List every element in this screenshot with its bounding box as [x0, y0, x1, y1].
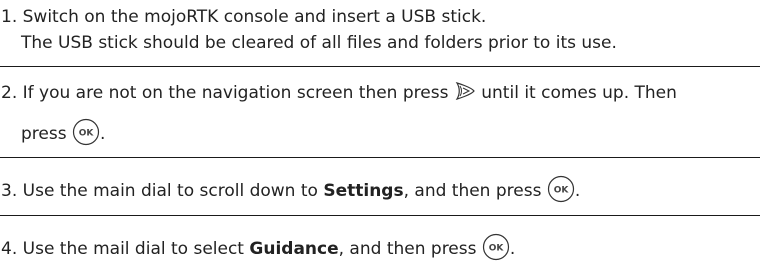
ok-button-label: OK — [489, 244, 505, 254]
ok-button-label: OK — [79, 129, 95, 139]
step-1-note: The USB stick should be cleared of all f… — [21, 33, 617, 53]
step-3-number: 3. — [1, 181, 18, 201]
step-4-number: 4. — [1, 239, 18, 259]
step-3-text-b: , and then press — [403, 181, 542, 201]
step-1-number: 1. — [1, 7, 18, 27]
ok-button-icon: OK — [482, 233, 509, 261]
step-3-text-a: Use the main dial to scroll down to — [22, 181, 318, 201]
step-2-line-2: press OK . — [21, 118, 106, 148]
step-1-line-1: 1. Switch on the mojoRTK console and ins… — [1, 7, 486, 27]
step-2-line-1: 2. If you are not on the navigation scre… — [1, 82, 677, 103]
step-3-bold: Settings — [323, 181, 404, 201]
step-1-line-2: The USB stick should be cleared of all f… — [21, 33, 617, 53]
step-2-number: 2. — [1, 83, 18, 103]
step-4-period: . — [509, 239, 516, 259]
step-1-text: Switch on the mojoRTK console and insert… — [22, 7, 487, 27]
ok-button-label: OK — [554, 186, 570, 196]
step-2-period: . — [100, 124, 106, 144]
step-4-text-b: , and then press — [338, 239, 477, 259]
divider-2 — [0, 157, 760, 158]
step-2-text-b: until it comes up. Then — [481, 83, 677, 103]
step-2-text-c: press — [21, 124, 67, 144]
step-4-bold: Guidance — [249, 239, 339, 259]
divider-3 — [0, 215, 760, 216]
navigation-key-icon — [455, 82, 475, 100]
ok-button-icon: OK — [547, 175, 574, 203]
step-2-text-a: If you are not on the navigation screen … — [22, 83, 449, 103]
step-3-line: 3. Use the main dial to scroll down to S… — [1, 175, 581, 205]
ok-button-icon: OK — [72, 118, 100, 146]
divider-1 — [0, 66, 760, 67]
step-4-text-a: Use the mail dial to select — [22, 239, 244, 259]
step-3-period: . — [574, 181, 581, 201]
